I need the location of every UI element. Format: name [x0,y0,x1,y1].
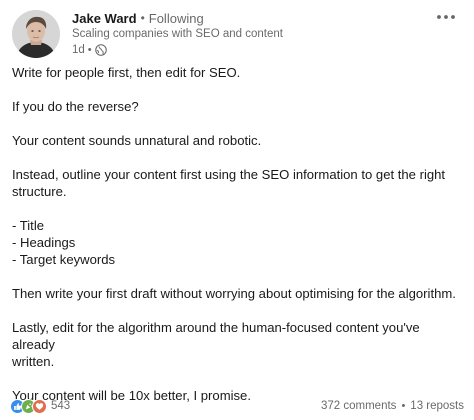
separator-dot: • [87,44,92,56]
author-name[interactable]: Jake Ward [72,11,137,26]
social-counts: 543 372 comments • 13 reposts [10,398,464,414]
post-text-line: Write for people first, then edit for SE… [12,65,241,80]
reaction-count: 543 [51,400,71,412]
post-text-line: structure. [12,184,67,199]
post-text-line: - Title [12,218,45,233]
separator-dot: • [140,11,145,25]
post-body: Write for people first, then edit for SE… [12,64,462,404]
reactions-summary[interactable]: 543 [10,398,71,414]
author-name-row: Jake Ward • Following [72,10,204,26]
reposts-count[interactable]: 13 reposts [410,400,464,412]
post-text-line: Lastly, edit for the algorithm around th… [12,320,420,352]
post-text-line: - Headings [12,235,76,250]
post-text-line: written. [12,354,55,369]
follow-status: Following [148,10,204,26]
separator-dot: • [401,400,406,412]
engagement-counts: 372 comments • 13 reposts [321,400,464,412]
post-text-line: Then write your first draft without worr… [12,286,456,301]
feed-post: Jake Ward • Following Scaling companies … [0,0,474,420]
author-avatar[interactable] [12,10,60,58]
post-time: 1d [72,44,85,56]
post-text-line: Your content sounds unnatural and roboti… [12,133,262,148]
more-horizontal-icon [436,7,456,25]
post-header: Jake Ward • Following Scaling companies … [12,8,462,58]
post-meta: 1d • [72,43,107,57]
author-headline: Scaling companies with SEO and content [72,28,283,40]
love-icon [32,398,47,414]
reaction-icons [10,398,47,414]
globe-icon [94,44,107,56]
more-options-button[interactable] [432,6,460,26]
post-text-line: Instead, outline your content first usin… [12,167,446,182]
post-text-line: If you do the reverse? [12,99,139,114]
comments-count[interactable]: 372 comments [321,400,396,412]
post-text-line: - Target keywords [12,252,116,267]
